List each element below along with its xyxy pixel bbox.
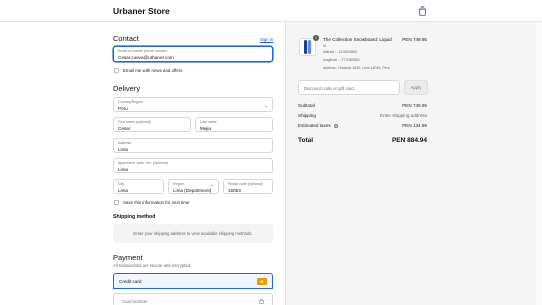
shopping-bag-icon[interactable] [418,6,427,16]
discount-placeholder: Discount code or gift card [304,86,354,91]
country-select[interactable]: Country/Region Peru ⌄ [113,97,273,112]
card-number-field[interactable]: Card number [113,293,273,305]
contact-title: Contact [113,34,139,43]
estimated-taxes-value: PEN 134.99 [402,123,427,128]
region-label: Region [173,182,185,186]
product-latitude: latitude : -12.0604563 [323,50,357,54]
apply-discount-button[interactable]: Apply [404,80,428,95]
last-name-value: Mejia [200,126,211,131]
store-brand[interactable]: Urbaner Store [113,6,170,16]
address-field[interactable]: Address Lima [113,138,273,153]
sign-in-link[interactable]: Sign in [260,37,273,42]
save-info-label: Save this information for next time [123,200,190,205]
first-name-field[interactable]: First name (optional) Cesar [113,117,191,132]
email-field[interactable]: Email or mobile phone number Cesar.cueva… [113,46,273,62]
first-name-label: First name (optional) [118,120,151,124]
payment-title: Payment [113,253,143,262]
lock-icon [259,298,264,304]
credit-card-label: Credit card [119,279,142,284]
city-value: Lima [118,188,128,193]
subtotal-label: Subtotal [298,103,315,108]
apartment-field[interactable]: Apartment, suite, etc. (optional) Lima [113,158,273,173]
product-price: PEN 749.95 [402,37,427,42]
address-value: Lima [118,147,128,152]
product-address: address : Huascar 4630, Lima 15046, Peru [323,66,390,70]
postal-code-label: Postal code (optional) [228,182,263,186]
product-longitude: longitude : -77.0489552 [323,58,360,62]
chevron-down-icon: ⌄ [264,103,268,108]
shipping-value: Enter shipping address [380,113,427,118]
estimated-taxes-row: Estimated taxes? [298,123,338,128]
discount-code-input[interactable]: Discount code or gift card [298,80,400,95]
email-label: Email or mobile phone number [118,49,167,53]
snowboard-image-icon [304,40,312,54]
apartment-label: Apartment, suite, etc. (optional) [118,161,168,165]
shipping-label: Shipping [298,113,316,118]
last-name-field[interactable]: Last name Mejia [195,117,273,132]
region-value: Lima (Department) [173,188,212,193]
country-label: Country/Region [118,100,143,104]
last-name-label: Last name [200,120,217,124]
save-info-checkbox[interactable] [114,200,119,205]
quantity-badge: 1 [313,35,319,41]
header: Urbaner Store [0,0,542,22]
news-checkbox[interactable] [114,68,119,73]
info-icon[interactable]: ? [333,123,338,128]
region-select[interactable]: Region Lima (Department) ⌄ [168,179,219,194]
product-thumbnail [299,38,316,56]
order-summary-panel [285,22,542,305]
card-brand-icon: B [257,278,267,285]
apartment-value: Lima [118,167,128,172]
subtotal-value: PEN 749.95 [402,103,427,108]
shipping-method-title: Shipping method [113,214,156,220]
chevron-down-icon: ⌄ [210,182,214,187]
postal-code-field[interactable]: Postal code (optional) 15063 [223,179,273,194]
payment-subtitle: All transactions are secure and encrypte… [113,263,192,268]
news-checkbox-label: Email me with news and offers [123,68,183,73]
credit-card-option[interactable]: Credit card B [113,273,273,289]
city-label: City [118,182,125,186]
scrollbar[interactable] [536,22,542,305]
address-label: Address [118,141,132,145]
postal-code-value: 15063 [228,188,241,193]
email-value: Cesar.cueva@urbaner.com [118,55,174,60]
country-value: Peru [118,106,128,111]
shipping-methods-placeholder: Enter your shipping address to view avai… [113,224,273,243]
estimated-taxes-label: Estimated taxes [298,123,331,128]
card-number-placeholder: Card number [122,299,148,304]
first-name-value: Cesar [118,126,131,131]
delivery-title: Delivery [113,84,141,93]
city-field[interactable]: City Lima [113,179,164,194]
total-value: PEN 884.94 [391,137,427,144]
product-variant: M [323,44,326,48]
total-label: Total [298,137,314,144]
shipping-placeholder-text: Enter your shipping address to view avai… [133,231,253,236]
